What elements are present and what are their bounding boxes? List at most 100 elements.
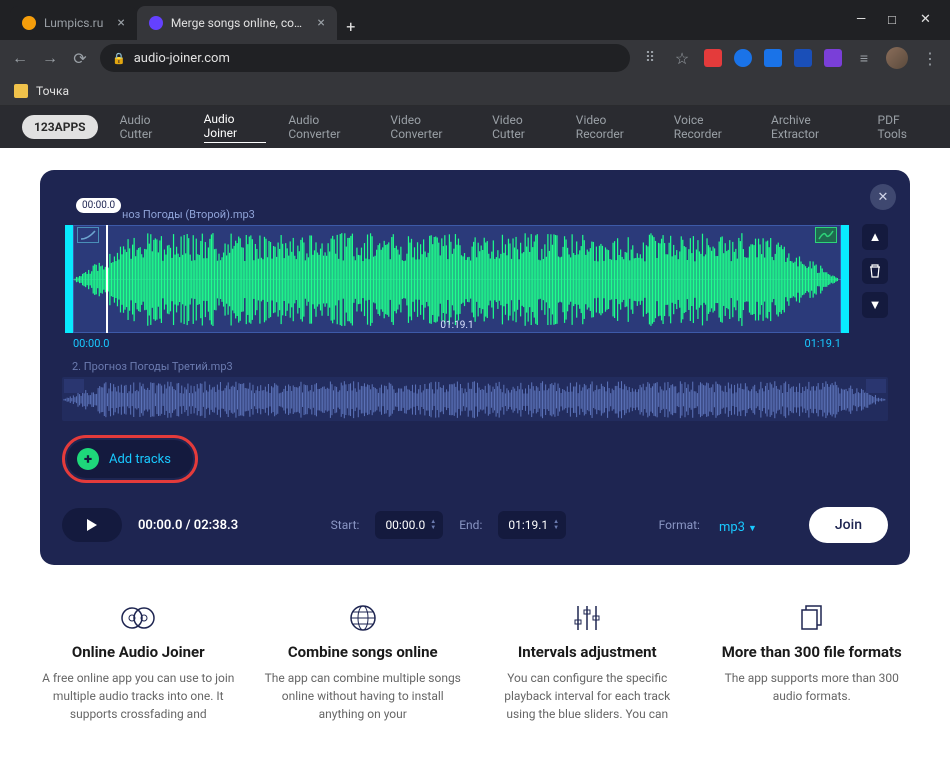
page-content: 123APPS Audio Cutter Audio Joiner Audio … — [0, 106, 950, 757]
back-icon[interactable]: ← — [10, 48, 30, 68]
extension-icon[interactable] — [704, 49, 722, 67]
nav-video-recorder[interactable]: Video Recorder — [576, 113, 652, 141]
fade-in-icon[interactable] — [64, 379, 84, 393]
playback-time: 00:00.0 / 02:38.3 — [138, 518, 238, 533]
reload-icon[interactable]: ⟳ — [70, 49, 90, 68]
minimize-icon[interactable]: — — [856, 12, 868, 28]
feature-item: More than 300 file formats The app suppo… — [714, 601, 911, 723]
move-up-button[interactable]: ▲ — [862, 224, 888, 250]
reading-list-icon[interactable]: ≡ — [854, 50, 874, 67]
brand-logo[interactable]: 123APPS — [22, 115, 98, 139]
nav-video-cutter[interactable]: Video Cutter — [492, 113, 554, 141]
extensions-row: ⠿ ☆ ≡ ⋮ — [640, 47, 940, 69]
add-tracks-button[interactable]: + Add tracks — [67, 440, 193, 478]
spinner-icon[interactable]: ▲▼ — [553, 513, 563, 537]
nav-pdf-tools[interactable]: PDF Tools — [878, 113, 928, 141]
close-icon[interactable]: ✕ — [920, 12, 932, 28]
waveform-2-svg — [62, 377, 888, 422]
browser-toolbar: ← → ⟳ 🔒 audio-joiner.com ⠿ ☆ ≡ ⋮ — [0, 40, 950, 76]
feature-title: Intervals adjustment — [489, 643, 686, 661]
star-icon[interactable]: ☆ — [672, 49, 692, 68]
playhead-tooltip: 00:00.0 — [76, 198, 121, 213]
chevron-down-icon: ▼ — [748, 524, 757, 534]
feature-title: More than 300 file formats — [714, 643, 911, 661]
bookmark-label[interactable]: Точка — [36, 84, 69, 98]
new-tab-button[interactable]: + — [337, 12, 365, 40]
nav-video-converter[interactable]: Video Converter — [390, 113, 470, 141]
nav-archive-extractor[interactable]: Archive Extractor — [771, 113, 856, 141]
format-label: Format: — [659, 518, 700, 532]
waveform-track-1[interactable]: 01:19.1 — [62, 225, 852, 333]
features-row: Online Audio Joiner A free online app yo… — [0, 587, 950, 737]
files-icon — [714, 601, 911, 635]
url-text: audio-joiner.com — [134, 51, 230, 66]
globe-icon — [265, 601, 462, 635]
feature-desc: The app can combine multiple songs onlin… — [265, 669, 462, 723]
browser-tab-active[interactable]: Merge songs online, combine m × — [137, 6, 337, 40]
play-icon — [86, 518, 98, 532]
join-button[interactable]: Join — [809, 507, 888, 543]
tab-favicon — [149, 16, 163, 30]
nav-audio-cutter[interactable]: Audio Cutter — [120, 113, 182, 141]
track-end-time: 01:19.1 — [805, 337, 841, 350]
feature-title: Combine songs online — [265, 643, 462, 661]
fade-in-icon[interactable] — [77, 227, 99, 243]
feature-desc: A free online app you can use to join mu… — [40, 669, 237, 723]
delete-track-button[interactable] — [862, 258, 888, 284]
extension-icon[interactable] — [794, 49, 812, 67]
menu-icon[interactable]: ⋮ — [920, 49, 940, 68]
maximize-icon[interactable]: □ — [888, 12, 900, 28]
extension-icon[interactable] — [734, 49, 752, 67]
start-label: Start: — [331, 518, 360, 532]
profile-avatar[interactable] — [886, 47, 908, 69]
joiner-icon — [40, 601, 237, 635]
feature-desc: You can configure the specific playback … — [489, 669, 686, 723]
address-bar[interactable]: 🔒 audio-joiner.com — [100, 44, 630, 72]
start-time-input[interactable]: 00:00.0▲▼ — [375, 511, 443, 539]
end-label: End: — [459, 518, 482, 532]
bookmark-folder-icon — [14, 84, 28, 98]
close-editor-button[interactable]: ✕ — [870, 184, 896, 210]
track-tools: ▲ ▼ — [862, 208, 888, 350]
forward-icon[interactable]: → — [40, 48, 60, 68]
extension-icon[interactable] — [764, 49, 782, 67]
nav-voice-recorder[interactable]: Voice Recorder — [674, 113, 749, 141]
waveform-svg — [73, 225, 841, 334]
browser-tab-bar: Lumpics.ru × Merge songs online, combine… — [0, 0, 950, 40]
tab-title: Merge songs online, combine m — [171, 16, 304, 30]
tab-title: Lumpics.ru — [44, 16, 103, 30]
feature-item: Combine songs online The app can combine… — [265, 601, 462, 723]
move-down-button[interactable]: ▼ — [862, 292, 888, 318]
add-tracks-highlight: + Add tracks — [62, 435, 198, 483]
fade-out-icon[interactable] — [866, 379, 886, 393]
end-time-input[interactable]: 01:19.1▲▼ — [498, 511, 566, 539]
browser-tab-inactive[interactable]: Lumpics.ru × — [10, 6, 137, 40]
feature-item: Intervals adjustment You can configure t… — [489, 601, 686, 723]
plus-icon: + — [77, 448, 99, 470]
play-button[interactable] — [62, 508, 122, 542]
track-start-time: 00:00.0 — [73, 337, 109, 350]
trim-handle-right[interactable] — [841, 225, 849, 333]
tab-close-icon[interactable]: × — [317, 15, 324, 31]
format-select[interactable]: mp3▼ — [716, 516, 757, 535]
bookmarks-bar: Точка — [0, 76, 950, 106]
waveform-track-2[interactable] — [62, 377, 888, 421]
sliders-icon — [489, 601, 686, 635]
lock-icon: 🔒 — [112, 52, 126, 65]
crossfade-icon[interactable] — [815, 227, 837, 243]
extension-icon[interactable] — [824, 49, 842, 67]
feature-item: Online Audio Joiner A free online app yo… — [40, 601, 237, 723]
nav-audio-converter[interactable]: Audio Converter — [288, 113, 368, 141]
tab-favicon — [22, 16, 36, 30]
playhead-line[interactable] — [106, 225, 108, 333]
nav-audio-joiner[interactable]: Audio Joiner — [204, 112, 267, 143]
tab-close-icon[interactable]: × — [117, 15, 124, 31]
trim-handle-left[interactable] — [65, 225, 73, 333]
audio-editor: ✕ 00:00.0 ноз Погоды (Второй).mp3 — [40, 170, 910, 565]
translate-icon[interactable]: ⠿ — [640, 50, 660, 66]
spinner-icon[interactable]: ▲▼ — [430, 513, 440, 537]
track-filename: ноз Погоды (Второй).mp3 — [122, 208, 852, 221]
app-header: 123APPS Audio Cutter Audio Joiner Audio … — [0, 106, 950, 148]
window-controls: — □ ✕ — [838, 12, 950, 28]
feature-title: Online Audio Joiner — [40, 643, 237, 661]
